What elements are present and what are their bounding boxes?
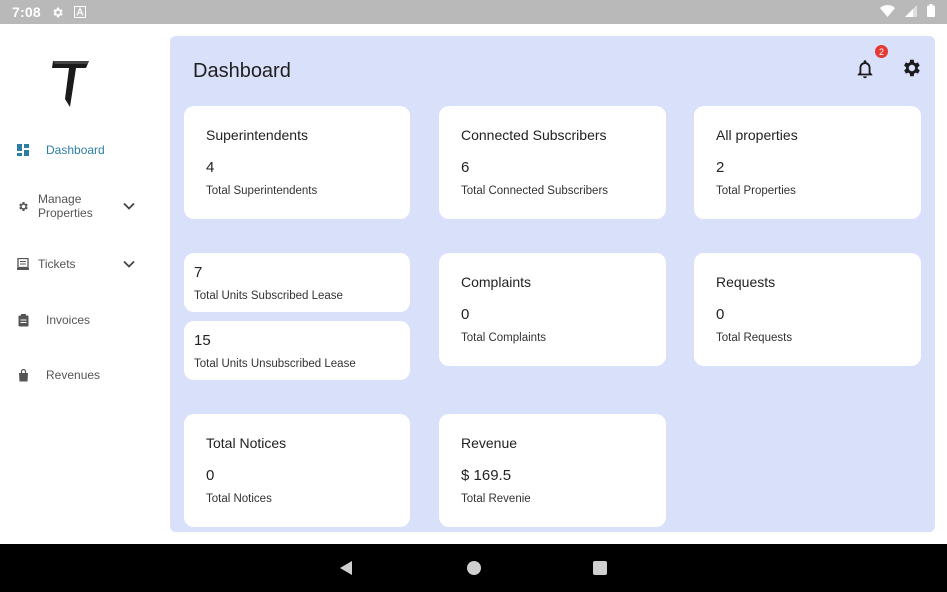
clipboard-icon (17, 313, 29, 326)
app-logo (50, 59, 92, 109)
card-subtitle: Total Notices (206, 493, 272, 505)
ticket-icon (17, 258, 29, 270)
sidebar-item-manage-properties[interactable]: Manage Properties (0, 189, 168, 223)
card-units-unsubscribed[interactable]: 15 Total Units Unsubscribed Lease (184, 321, 410, 380)
notification-badge: 2 (875, 45, 888, 58)
settings-status-icon (51, 6, 64, 19)
card-subtitle: Total Units Unsubscribed Lease (194, 358, 356, 370)
card-title: Complaints (461, 274, 532, 290)
card-value: 6 (461, 159, 470, 176)
card-subtitle: Total Connected Subscribers (461, 185, 609, 197)
card-subtitle: Total Complaints (461, 332, 547, 344)
card-complaints[interactable]: Complaints 0 Total Complaints (439, 253, 666, 366)
card-all-properties[interactable]: All properties 2 Total Properties (694, 106, 921, 219)
card-title: Total Notices (206, 435, 287, 451)
sidebar: Dashboard Manage Properties Tickets Invo… (0, 24, 168, 544)
card-total-notices[interactable]: Total Notices 0 Total Notices (184, 414, 410, 527)
card-value: 0 (206, 467, 215, 484)
sidebar-item-tickets[interactable]: Tickets (0, 250, 168, 278)
home-icon[interactable] (466, 560, 482, 576)
card-superintendents[interactable]: Superintendents 4 Total Superintendents (184, 106, 410, 219)
battery-icon (927, 4, 935, 20)
card-revenue[interactable]: Revenue $ 169.5 Total Revenie (439, 414, 666, 527)
settings-gear-icon[interactable] (900, 57, 922, 79)
card-title: Revenue (461, 435, 518, 451)
card-title: Superintendents (206, 127, 308, 143)
card-value: 0 (716, 306, 725, 323)
card-value: 15 (194, 332, 211, 349)
card-value: 0 (461, 306, 470, 323)
card-value: 2 (716, 159, 725, 176)
card-units-subscribed[interactable]: 7 Total Units Subscribed Lease (184, 253, 410, 312)
sidebar-item-label: Revenues (46, 368, 101, 382)
sidebar-item-dashboard[interactable]: Dashboard (0, 136, 168, 164)
card-requests[interactable]: Requests 0 Total Requests (694, 253, 921, 366)
sidebar-item-revenues[interactable]: Revenues (0, 361, 168, 389)
recents-icon[interactable] (592, 560, 608, 576)
card-subtitle: Total Revenie (461, 493, 531, 505)
page-title: Dashboard (193, 60, 291, 82)
card-subtitle: Total Superintendents (206, 185, 318, 197)
status-bar: 7:08 (0, 0, 947, 24)
back-icon[interactable] (338, 560, 354, 576)
sidebar-item-invoices[interactable]: Invoices (0, 306, 168, 334)
a-status-icon (73, 6, 86, 18)
sidebar-item-label: Dashboard (46, 143, 105, 157)
card-value: $ 169.5 (461, 467, 512, 484)
status-time: 7:08 (12, 4, 41, 20)
card-connected-subscribers[interactable]: Connected Subscribers 6 Total Connected … (439, 106, 666, 219)
dashboard-panel: Dashboard 2 Superintendents 4 Total Supe… (170, 36, 935, 532)
dashboard-icon (17, 144, 29, 156)
card-title: Requests (716, 274, 776, 290)
wifi-icon (880, 4, 895, 20)
signal-icon (905, 4, 917, 20)
card-title: All properties (716, 127, 798, 143)
sidebar-item-label: Tickets (38, 257, 76, 271)
card-value: 7 (194, 264, 203, 281)
bell-icon[interactable] (854, 58, 876, 80)
sidebar-item-label: Manage Properties (38, 192, 93, 220)
card-title: Connected Subscribers (461, 127, 607, 143)
card-subtitle: Total Requests (716, 332, 793, 344)
shopping-bag-icon (17, 368, 29, 381)
card-subtitle: Total Units Subscribed Lease (194, 290, 343, 302)
chevron-down-icon[interactable] (122, 199, 136, 213)
system-nav-bar (0, 544, 947, 592)
card-value: 4 (206, 159, 215, 176)
chevron-down-icon[interactable] (122, 257, 136, 271)
card-subtitle: Total Properties (716, 185, 796, 197)
gear-icon (17, 200, 29, 212)
sidebar-item-label: Invoices (46, 313, 91, 327)
